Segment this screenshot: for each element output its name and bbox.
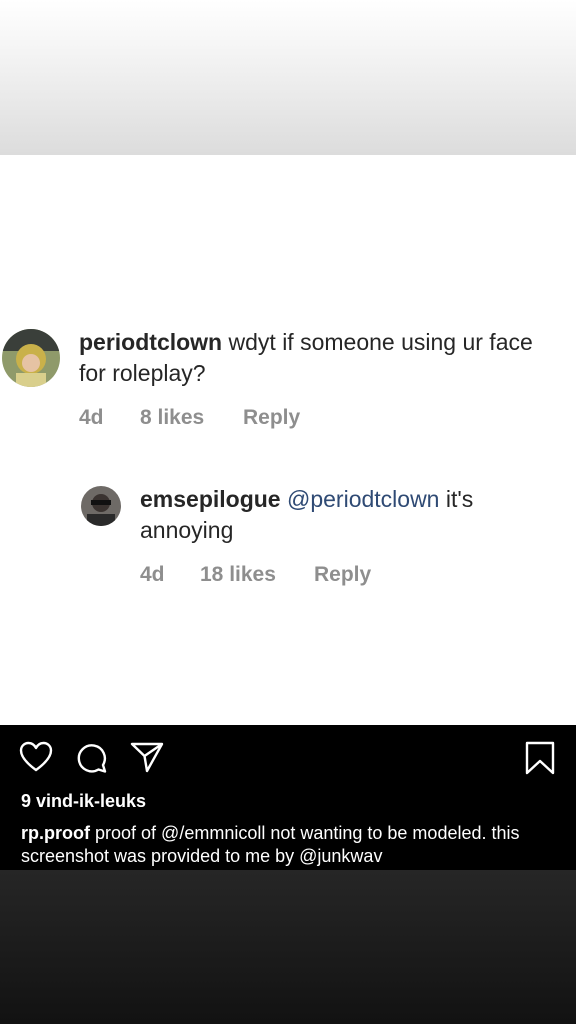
comment-likes[interactable]: 8 likes (140, 406, 204, 430)
comment-time: 4d (79, 406, 104, 429)
bookmark-icon[interactable] (525, 741, 555, 780)
post-caption: rp.proof proof of @/emmnicoll not wantin… (21, 822, 561, 868)
heart-icon[interactable] (19, 741, 53, 778)
commenter-avatar[interactable] (2, 329, 60, 387)
comment-username[interactable]: periodtclown (79, 329, 222, 355)
likes-count[interactable]: 9 vind-ik-leuks (21, 791, 146, 812)
reply-text: emsepilogue @periodtclown it's annoying (140, 484, 560, 546)
caption-username[interactable]: rp.proof (21, 823, 90, 843)
comment-reply-button[interactable]: Reply (243, 406, 300, 430)
caption-text: proof of @/emmnicoll not wanting to be m… (21, 823, 520, 866)
top-gradient-area (0, 0, 576, 155)
reply-mention-link[interactable]: @periodtclown (287, 486, 439, 512)
screenshot-image: periodtclown wdyt if someone using ur fa… (0, 155, 576, 725)
post-action-bar: 9 vind-ik-leuks rp.proof proof of @/emmn… (0, 725, 576, 870)
reply-username[interactable]: emsepilogue (140, 486, 281, 512)
reply-reply-button[interactable]: Reply (314, 563, 371, 587)
share-icon[interactable] (130, 741, 164, 778)
reply-avatar[interactable] (81, 486, 121, 526)
comment-icon[interactable] (76, 742, 108, 779)
reply-likes[interactable]: 18 likes (200, 563, 276, 587)
comment-text: periodtclown wdyt if someone using ur fa… (79, 327, 559, 389)
bottom-gradient-area (0, 870, 576, 1024)
reply-time: 4d (140, 563, 165, 586)
